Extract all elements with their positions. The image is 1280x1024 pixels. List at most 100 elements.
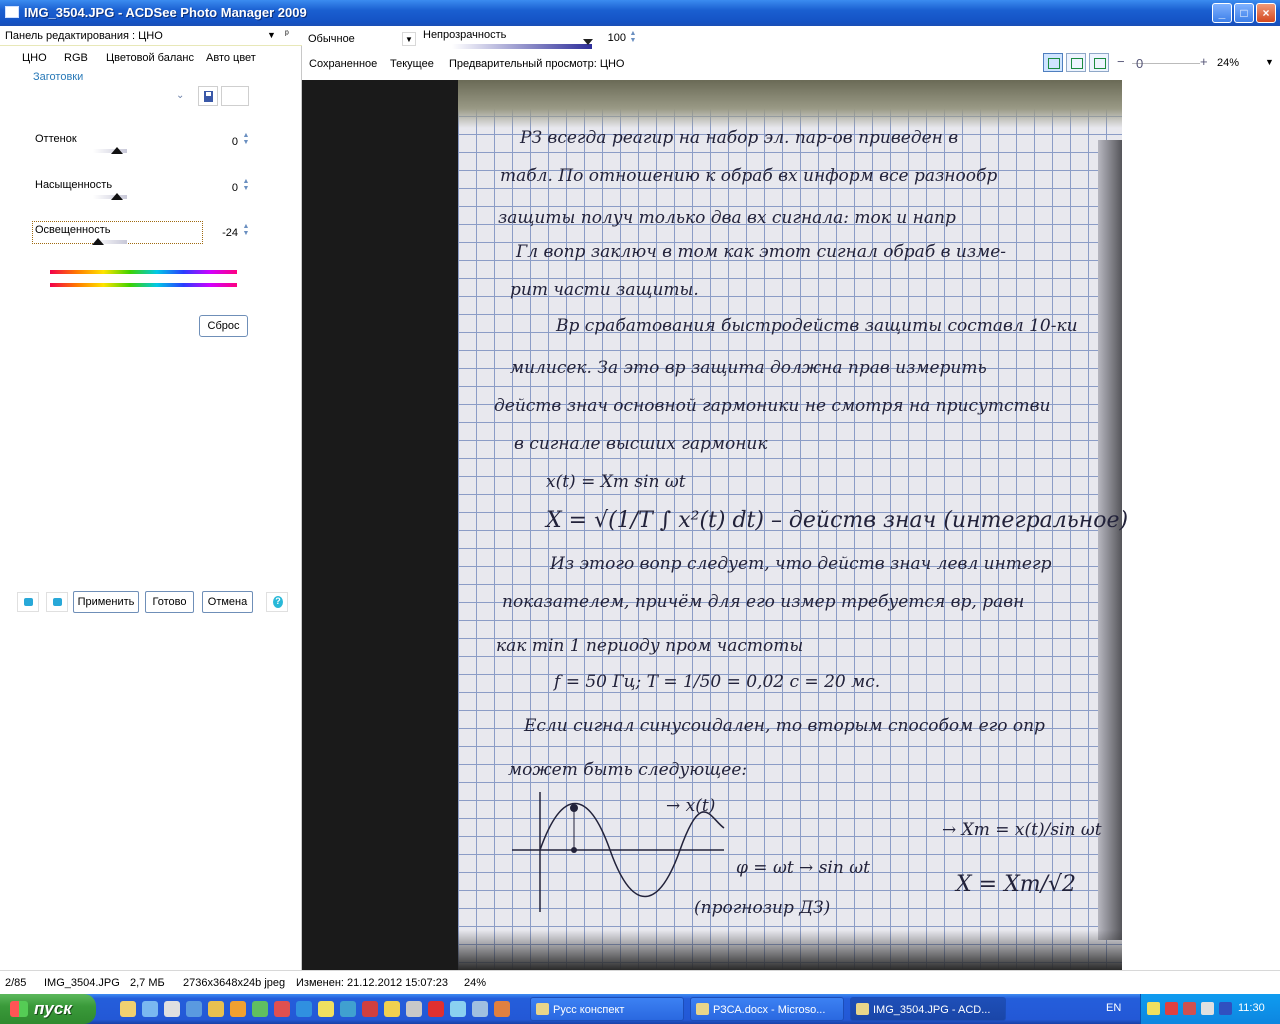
quick-launch-icon[interactable]: [406, 1001, 422, 1017]
presets-link[interactable]: Заготовки: [33, 71, 83, 83]
quick-launch-icon[interactable]: [208, 1001, 224, 1017]
hue-label: Оттенок: [35, 133, 77, 145]
panel-header[interactable]: Панель редактирования : ЦНО ▼ ᵖ: [0, 26, 302, 46]
quick-launch-icon[interactable]: [384, 1001, 400, 1017]
preset-dropdown[interactable]: [221, 86, 249, 106]
zoom-out-icon[interactable]: −: [1117, 54, 1125, 69]
tray-icon[interactable]: [1219, 1002, 1232, 1015]
opacity-slider[interactable]: [452, 44, 592, 49]
done-button[interactable]: Готово: [145, 591, 194, 613]
zoom-value[interactable]: 24%: [1217, 57, 1239, 69]
saturation-slider-thumb[interactable]: [111, 193, 123, 200]
image-toolbar: Обычное ▼ Непрозрачность 100 ▲ ▼ Сохранен…: [302, 26, 1280, 80]
tab-auto-color[interactable]: Авто цвет: [206, 52, 256, 64]
status-filename: IMG_3504.JPG: [44, 977, 120, 989]
tray-icon[interactable]: [1201, 1002, 1214, 1015]
quick-launch-icon[interactable]: [318, 1001, 334, 1017]
note-line: как min 1 периоду пром частоты: [496, 636, 804, 656]
color-tabs: ЦНО RGB Цветовой баланс Авто цвет: [0, 52, 302, 68]
hue-slider-thumb[interactable]: [111, 147, 123, 154]
cancel-button[interactable]: Отмена: [202, 591, 253, 613]
note-line: защиты получ только два вх сигнала: ток …: [498, 208, 956, 228]
quick-launch-icon[interactable]: [340, 1001, 356, 1017]
blend-mode-select[interactable]: Обычное ▼: [306, 30, 416, 48]
opacity-label: Непрозрачность: [423, 29, 507, 41]
export-icon[interactable]: [46, 592, 68, 612]
saturation-value[interactable]: 0: [208, 182, 238, 194]
task-folder[interactable]: Русс конспект: [530, 997, 684, 1021]
chevron-down-icon[interactable]: ⌄: [176, 90, 184, 101]
formula-line: f = 50 Гц; T = 1/50 = 0,02 с = 20 мс.: [554, 672, 881, 692]
opacity-slider-thumb[interactable]: [583, 39, 593, 45]
quick-launch-icon[interactable]: [142, 1001, 158, 1017]
tab-color-balance[interactable]: Цветовой баланс: [106, 52, 194, 64]
tray-icon[interactable]: [1147, 1002, 1160, 1015]
hue-spectrum-top: [50, 270, 237, 274]
task-acdsee[interactable]: IMG_3504.JPG - ACD...: [850, 997, 1006, 1021]
image-viewer[interactable]: РЗ всегда реагир на набор эл. пар-ов при…: [302, 80, 1280, 970]
tab-preview[interactable]: Предварительный просмотр: ЦНО: [449, 58, 624, 70]
chevron-down-icon[interactable]: ▼: [402, 32, 416, 46]
status-zoom: 24%: [464, 977, 487, 989]
quick-launch-icon[interactable]: [120, 1001, 136, 1017]
lightness-value[interactable]: -24: [208, 227, 238, 239]
status-bar: 2/85 IMG_3504.JPG 2,7 МБ 2736x3648x24b j…: [0, 970, 1280, 994]
pin-icon[interactable]: ᵖ: [285, 29, 289, 40]
hue-spinner[interactable]: ▲ ▼: [242, 132, 250, 148]
quick-launch-icon[interactable]: [230, 1001, 246, 1017]
status-dimensions: 2736x3648x24b jpeg: [183, 977, 286, 989]
opacity-spinner[interactable]: ▲ ▼: [629, 30, 637, 46]
quick-launch-icon[interactable]: [472, 1001, 488, 1017]
maximize-button[interactable]: □: [1234, 3, 1254, 23]
tab-rgb[interactable]: RGB: [64, 52, 88, 64]
save-preset-icon[interactable]: [198, 86, 218, 106]
lightness-label: Освещенность: [35, 224, 111, 236]
note-line: показателем, причём для его измер требуе…: [502, 592, 1025, 612]
lightness-slider-thumb[interactable]: [92, 238, 104, 245]
help-icon[interactable]: [266, 592, 288, 612]
zoom-in-icon[interactable]: +: [1200, 54, 1208, 69]
opacity-value[interactable]: 100: [602, 32, 626, 44]
formula-line: → Xm = x(t)/sin ωt: [942, 820, 1102, 840]
formula-line: x(t) = Xm sin ωt: [546, 472, 686, 492]
quick-launch-icon[interactable]: [274, 1001, 290, 1017]
quick-launch-icon[interactable]: [494, 1001, 510, 1017]
blend-mode-value: Обычное: [308, 33, 355, 45]
tab-saved[interactable]: Сохраненное: [309, 58, 377, 70]
note-line: Гл вопр заключ в том как этот сигнал обр…: [516, 242, 1007, 262]
quick-launch-icon[interactable]: [186, 1001, 202, 1017]
chevron-down-icon[interactable]: ▼: [1265, 57, 1274, 67]
hue-value[interactable]: 0: [208, 136, 238, 148]
reset-button[interactable]: Сброс: [199, 315, 248, 337]
task-word[interactable]: РЗСА.docx - Microso...: [690, 997, 844, 1021]
start-button[interactable]: пуск: [0, 994, 96, 1024]
saturation-spinner[interactable]: ▲ ▼: [242, 178, 250, 194]
quick-launch-icon[interactable]: [296, 1001, 312, 1017]
close-button[interactable]: ×: [1256, 3, 1276, 23]
language-indicator[interactable]: EN: [1106, 1002, 1121, 1014]
view-actual-size-icon[interactable]: [1043, 53, 1063, 72]
quick-launch-icon[interactable]: [252, 1001, 268, 1017]
zoom-slider-value[interactable]: 0: [1136, 56, 1143, 71]
tray-icon[interactable]: [1183, 1002, 1196, 1015]
lightness-spinner[interactable]: ▲ ▼: [242, 223, 250, 239]
chevron-down-icon[interactable]: ▼: [267, 30, 276, 40]
formula-line: X = √(1/T ∫ x²(t) dt) – действ знач (инт…: [546, 508, 1129, 533]
tab-hsl[interactable]: ЦНО: [22, 52, 47, 64]
apply-button[interactable]: Применить: [73, 591, 139, 613]
title-bar: IMG_3504.JPG - ACDSee Photo Manager 2009…: [0, 0, 1280, 26]
graph-label: φ = ωt → sin ωt: [736, 858, 870, 878]
tray-icon[interactable]: [1165, 1002, 1178, 1015]
compare-icon[interactable]: [17, 592, 39, 612]
minimize-button[interactable]: _: [1212, 3, 1232, 23]
start-label: пуск: [34, 999, 72, 1018]
quick-launch-icon[interactable]: [428, 1001, 444, 1017]
view-fill-icon[interactable]: [1089, 53, 1109, 72]
quick-launch-icon[interactable]: [362, 1001, 378, 1017]
tab-current[interactable]: Текущее: [390, 58, 434, 70]
notebook-page: РЗ всегда реагир на набор эл. пар-ов при…: [458, 80, 1128, 970]
view-fit-icon[interactable]: [1066, 53, 1086, 72]
edit-panel: Панель редактирования : ЦНО ▼ ᵖ ЦНО RGB …: [0, 26, 302, 970]
quick-launch-icon[interactable]: [450, 1001, 466, 1017]
quick-launch-icon[interactable]: [164, 1001, 180, 1017]
